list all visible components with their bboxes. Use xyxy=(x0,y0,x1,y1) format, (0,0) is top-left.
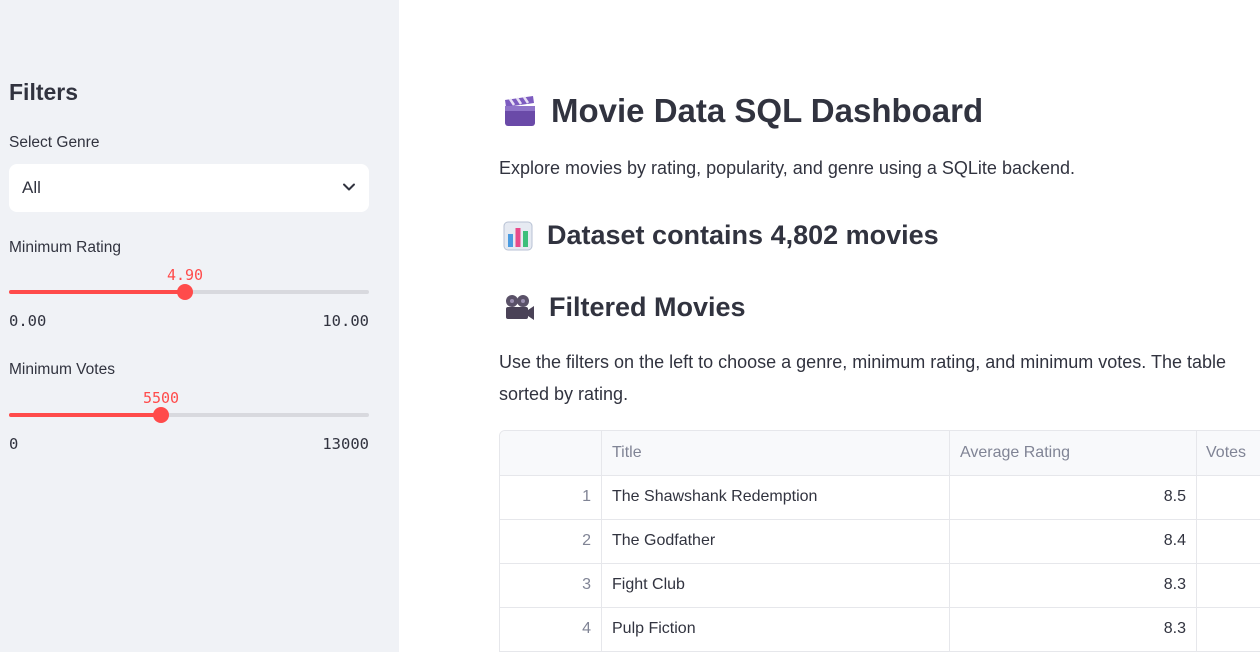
sidebar: Filters Select Genre All Minimum Rating … xyxy=(0,0,399,652)
table-row[interactable]: 4 Pulp Fiction 8.3 xyxy=(500,607,1260,652)
movie-title-cell[interactable]: The Godfather xyxy=(602,519,950,563)
table-row[interactable]: 2 The Godfather 8.4 xyxy=(500,519,1260,564)
table-row[interactable]: 1 The Shawshank Redemption 8.5 xyxy=(500,475,1260,520)
row-index: 1 xyxy=(500,475,602,519)
votes-cell[interactable] xyxy=(1197,563,1260,607)
table-row[interactable]: 3 Fight Club 8.3 xyxy=(500,563,1260,608)
title-column-header[interactable]: Title xyxy=(602,431,950,475)
genre-select[interactable]: All xyxy=(9,164,369,212)
rating-slider-fill xyxy=(9,290,185,294)
movie-camera-icon xyxy=(506,294,534,320)
index-header xyxy=(500,431,602,475)
genre-label: Select Genre xyxy=(9,134,100,151)
votes-cell[interactable] xyxy=(1197,519,1260,563)
description-line-2: sorted by rating. xyxy=(499,384,629,404)
votes-slider-thumb[interactable] xyxy=(153,407,169,423)
clapper-board-icon xyxy=(505,96,535,126)
votes-slider-value: 5500 xyxy=(142,389,180,407)
votes-cell[interactable] xyxy=(1197,607,1260,651)
rating-cell[interactable]: 8.5 xyxy=(950,475,1197,519)
page-title: Movie Data SQL Dashboard xyxy=(551,92,984,129)
movies-table[interactable]: Title Average Rating Votes 1 The Shawsha… xyxy=(499,430,1260,652)
rating-slider-max: 10.00 xyxy=(322,312,369,330)
bar-chart-icon xyxy=(503,221,533,250)
dataset-count-heading: Dataset contains 4,802 movies xyxy=(547,220,939,250)
movie-title-cell[interactable]: Pulp Fiction xyxy=(602,607,950,651)
main-content: Movie Data SQL Dashboard Explore movies … xyxy=(399,0,1260,652)
rating-slider-value: 4.90 xyxy=(166,266,204,284)
table-header: Title Average Rating Votes xyxy=(500,431,1260,476)
movie-title-cell[interactable]: Fight Club xyxy=(602,563,950,607)
rating-slider-thumb[interactable] xyxy=(177,284,193,300)
page-title-row: Movie Data SQL Dashboard xyxy=(503,92,983,130)
filtered-movies-heading: Filtered Movies xyxy=(549,292,746,322)
row-index: 3 xyxy=(500,563,602,607)
dataset-heading-row: Dataset contains 4,802 movies xyxy=(503,220,939,251)
rating-label: Minimum Rating xyxy=(9,239,121,256)
votes-slider-fill xyxy=(9,413,161,417)
votes-slider-min: 0 xyxy=(9,435,19,453)
votes-slider[interactable]: 5500 0 13000 xyxy=(9,389,369,453)
chevron-down-icon xyxy=(343,183,355,191)
filters-heading: Filters xyxy=(9,79,79,105)
description-line-1: Use the filters on the left to choose a … xyxy=(499,352,1227,372)
row-index: 2 xyxy=(500,519,602,563)
rating-cell[interactable]: 8.3 xyxy=(950,563,1197,607)
genre-select-value: All xyxy=(22,178,41,197)
filtered-heading-row: Filtered Movies xyxy=(503,292,746,323)
rating-cell[interactable]: 8.4 xyxy=(950,519,1197,563)
movie-title-cell[interactable]: The Shawshank Redemption xyxy=(602,475,950,519)
rating-cell[interactable]: 8.3 xyxy=(950,607,1197,651)
rating-column-header[interactable]: Average Rating xyxy=(950,431,1197,475)
rating-slider[interactable]: 4.90 0.00 10.00 xyxy=(9,266,369,330)
votes-slider-max: 13000 xyxy=(322,435,369,453)
votes-column-header[interactable]: Votes xyxy=(1197,431,1260,475)
votes-label: Minimum Votes xyxy=(9,361,115,378)
row-index: 4 xyxy=(500,607,602,651)
rating-slider-min: 0.00 xyxy=(9,312,47,330)
intro-text: Explore movies by rating, popularity, an… xyxy=(499,158,1075,178)
votes-cell[interactable] xyxy=(1197,475,1260,519)
